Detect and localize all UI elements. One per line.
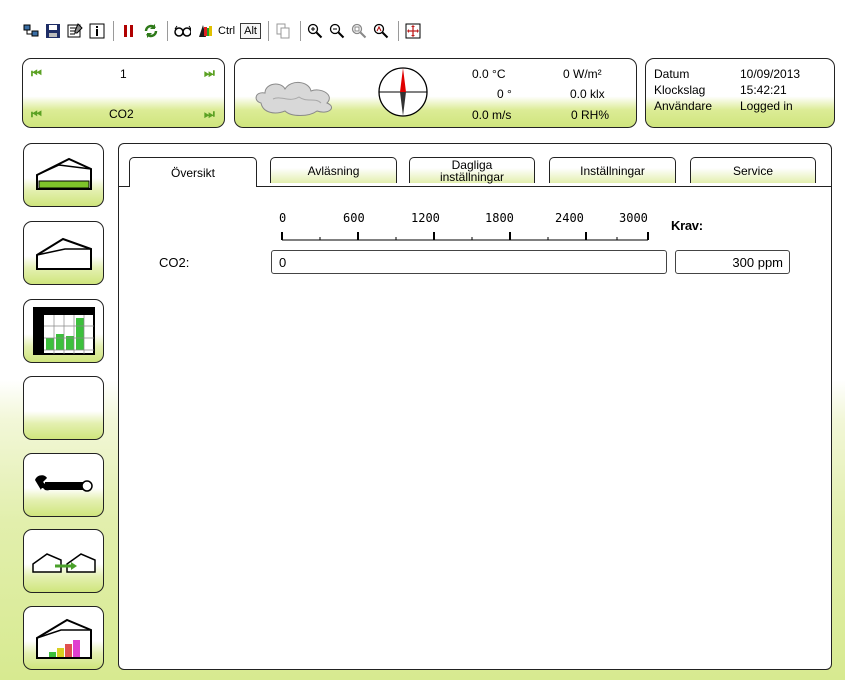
co2-bar: 0 bbox=[271, 250, 667, 274]
next-sensor-icon[interactable]: ⏭ bbox=[204, 107, 215, 122]
next-house-icon[interactable]: ⏭ bbox=[204, 66, 215, 81]
copy-icon[interactable] bbox=[275, 23, 292, 40]
sidebar-item-greenhouse-overview[interactable] bbox=[23, 143, 104, 207]
toolbar: Ctrl Alt bbox=[0, 16, 845, 46]
fullscreen-icon[interactable] bbox=[405, 23, 422, 40]
time-label: Klockslag bbox=[654, 83, 706, 97]
weather-panel: 0.0 °C 0 W/m² 0 ° 0.0 klx 0.0 m/s 0 RH% bbox=[234, 58, 637, 128]
wind-direction-value: 0 ° bbox=[497, 87, 512, 101]
toolbar-separator bbox=[397, 21, 399, 41]
radiation-value: 0 W/m² bbox=[563, 67, 602, 81]
sidebar-item-greenhouse-graph[interactable] bbox=[23, 606, 104, 670]
user-label: Användare bbox=[654, 99, 713, 113]
scale-tick-label: 600 bbox=[343, 211, 365, 225]
toolbar-separator bbox=[299, 21, 301, 41]
pause-icon[interactable] bbox=[120, 23, 137, 40]
cloud-icon bbox=[251, 73, 347, 120]
toolbar-separator bbox=[113, 21, 114, 41]
sidebar-item-blank[interactable] bbox=[23, 376, 104, 440]
toolbar-separator bbox=[267, 21, 269, 41]
greenhouse-compare-icon bbox=[31, 553, 96, 573]
scale-tick-label: 1200 bbox=[411, 211, 440, 225]
refresh-icon[interactable] bbox=[142, 23, 159, 40]
user-value: Logged in bbox=[740, 99, 793, 113]
info-panel: Datum 10/09/2013 Klockslag 15:42:21 Anvä… bbox=[645, 58, 835, 128]
alt-button[interactable]: Alt bbox=[240, 23, 261, 39]
greenhouse-icon bbox=[35, 237, 92, 270]
info-icon[interactable] bbox=[88, 23, 105, 40]
temperature-value: 0.0 °C bbox=[472, 67, 506, 81]
wind-speed-value: 0.0 m/s bbox=[472, 108, 512, 122]
tab-service[interactable]: Service bbox=[690, 157, 816, 183]
scale-ruler bbox=[281, 232, 649, 241]
zoom-fit-icon[interactable] bbox=[351, 23, 368, 40]
co2-value: 0 bbox=[279, 254, 287, 270]
tab-dagliga-installningar[interactable]: Dagliga inställningar bbox=[409, 157, 535, 183]
time-value: 15:42:21 bbox=[740, 83, 787, 97]
co2-label: CO2: bbox=[159, 255, 190, 270]
house-number: 1 bbox=[120, 67, 127, 81]
glasses-icon[interactable] bbox=[174, 23, 191, 40]
selector-panel: ⏮ 1 ⏭ ⏮ CO2 ⏭ bbox=[22, 58, 225, 128]
humidity-value: 0 RH% bbox=[571, 108, 610, 122]
scale-tick-label: 1800 bbox=[485, 211, 514, 225]
network-icon[interactable] bbox=[22, 23, 39, 40]
requirement-header: Krav: bbox=[671, 218, 703, 233]
tab-installningar[interactable]: Inställningar bbox=[549, 157, 676, 183]
date-label: Datum bbox=[654, 67, 690, 81]
scale-tick-label: 3000 bbox=[619, 211, 648, 225]
app-window: Ctrl Alt ⏮ 1 ⏭ ⏮ CO2 ⏭ 0.0 °C 0 W/m² 0 °… bbox=[0, 0, 845, 680]
sidebar-item-greenhouse-compare[interactable] bbox=[23, 529, 104, 593]
properties-icon[interactable] bbox=[66, 23, 83, 40]
main-content: Översikt Avläsning Dagliga inställningar… bbox=[118, 143, 832, 670]
scale-tick-label: 0 bbox=[279, 211, 287, 225]
date-value: 10/09/2013 bbox=[740, 67, 801, 81]
zoom-custom-icon[interactable] bbox=[373, 23, 390, 40]
ctrl-button[interactable]: Ctrl bbox=[218, 25, 235, 37]
wrench-icon bbox=[34, 475, 93, 492]
compass-icon bbox=[376, 65, 430, 122]
scale-tick-label: 2400 bbox=[555, 211, 584, 225]
save-icon[interactable] bbox=[44, 23, 61, 40]
sidebar-item-service[interactable] bbox=[23, 453, 104, 517]
zoom-in-icon[interactable] bbox=[307, 23, 324, 40]
greenhouse-graph-icon bbox=[35, 618, 92, 659]
toolbar-separator bbox=[167, 21, 168, 41]
co2-requirement-field[interactable]: 300 ppm bbox=[675, 250, 790, 274]
sidebar-item-greenhouse[interactable] bbox=[23, 221, 104, 285]
zoom-out-icon[interactable] bbox=[329, 23, 346, 40]
first-sensor-icon[interactable]: ⏮ bbox=[31, 107, 42, 122]
tab-avlasning[interactable]: Avläsning bbox=[270, 157, 397, 183]
co2-requirement-value: 300 ppm bbox=[732, 254, 783, 270]
tab-oversikt[interactable]: Översikt bbox=[129, 157, 257, 187]
palette-icon[interactable] bbox=[196, 23, 213, 40]
light-value: 0.0 klx bbox=[570, 87, 605, 101]
table-chart-icon bbox=[32, 307, 95, 355]
sensor-name: CO2 bbox=[109, 107, 134, 121]
sidebar-item-climate-table[interactable] bbox=[23, 299, 104, 363]
greenhouse-icon bbox=[35, 157, 92, 190]
first-house-icon[interactable]: ⏮ bbox=[31, 66, 42, 81]
